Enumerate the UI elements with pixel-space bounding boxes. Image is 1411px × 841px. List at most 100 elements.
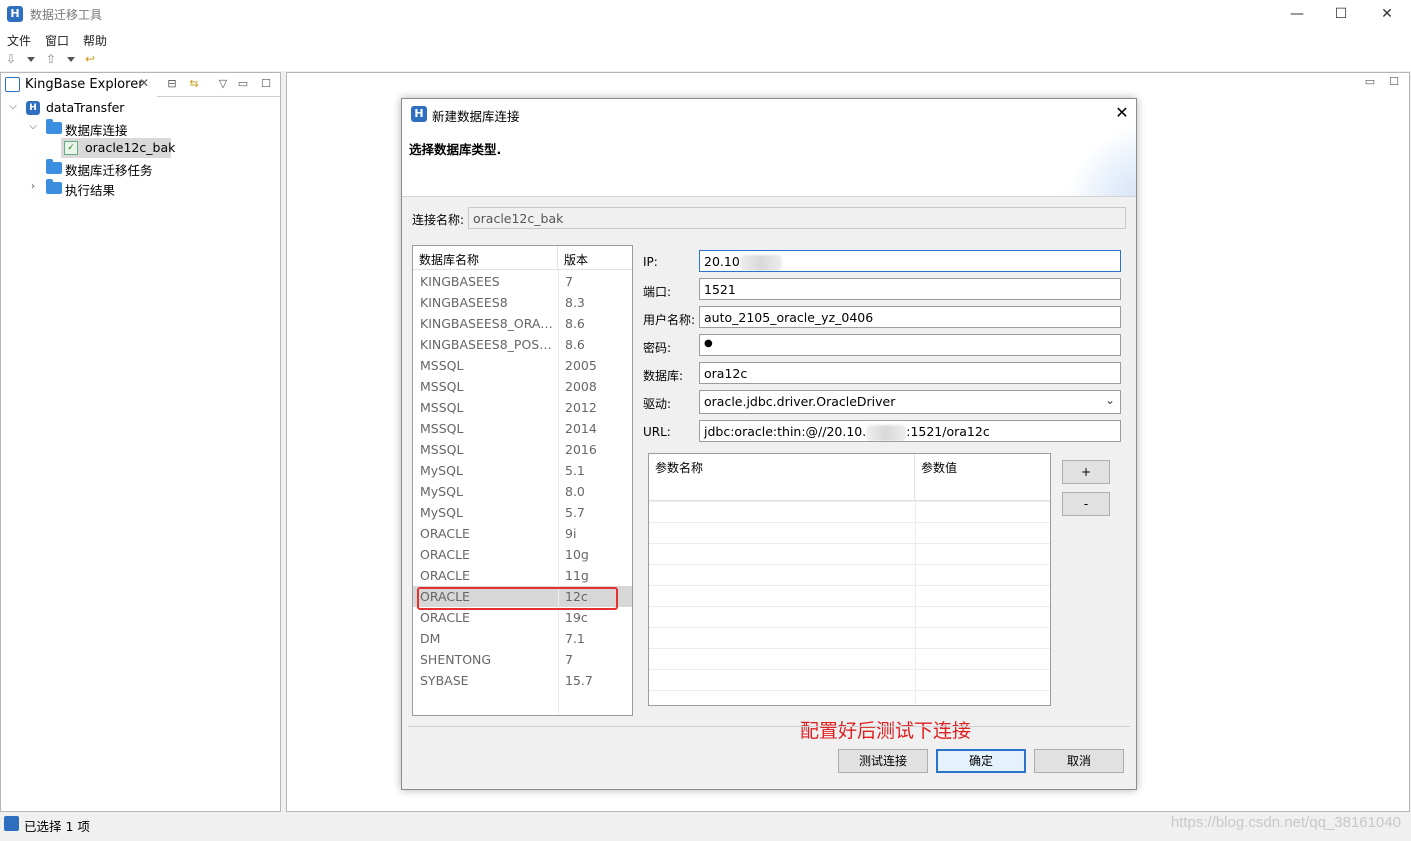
ip-field[interactable]: 20.10 [699,250,1121,272]
db-name-cell: MSSQL [420,421,464,436]
status-icon [4,816,19,831]
column-divider [915,691,916,705]
db-version-cell: 5.7 [565,505,585,520]
view-menu-icon[interactable]: ▽ [216,77,230,91]
conn-name-field[interactable]: oracle12c_bak [468,207,1126,229]
column-divider [915,649,916,670]
db-type-row[interactable]: KINGBASEES8 8.3 [413,292,632,313]
menu-window[interactable]: 窗口 [45,32,69,49]
remove-param-button[interactable]: - [1062,492,1110,516]
param-row[interactable] [649,648,1050,670]
watermark: https://blog.csdn.net/qq_38161040 [1170,814,1401,831]
annotation-text: 配置好后测试下连接 [800,720,972,742]
minimize-editor-icon[interactable]: ▭ [1363,75,1377,89]
maximize-view-icon[interactable]: ☐ [259,77,273,91]
export-icon[interactable]: ⇧ [44,52,58,66]
db-version-cell: 7 [565,652,573,667]
db-version-cell: 15.7 [565,673,593,688]
export-dropdown-icon[interactable] [67,57,75,62]
column-divider [915,544,916,565]
close-tab-icon[interactable]: ✕ [139,76,149,90]
menu-help[interactable]: 帮助 [83,32,107,49]
db-version-cell: 8.3 [565,295,585,310]
tree-node-db-connections[interactable]: ⌵ 数据库连接 [1,118,280,138]
db-version-header[interactable]: 版本 [558,246,632,270]
tree-label-connection: oracle12c_bak [85,140,176,155]
column-divider [915,628,916,649]
db-type-row[interactable]: MySQL 5.1 [413,460,632,481]
db-type-row[interactable]: ORACLE 9i [413,523,632,544]
driver-select[interactable]: oracle.jdbc.driver.OracleDriver ⌄ [699,390,1121,414]
param-row[interactable] [649,585,1050,607]
collapse-all-icon[interactable]: ⊟ [165,77,179,91]
maximize-editor-icon[interactable]: ☐ [1387,75,1401,89]
password-field[interactable]: ● [699,334,1121,356]
ok-button[interactable]: 确定 [936,749,1026,773]
db-type-row[interactable]: SYBASE 15.7 [413,670,632,691]
param-row[interactable] [649,564,1050,586]
db-type-row[interactable]: DM 7.1 [413,628,632,649]
dialog-subtitle: 选择数据库类型. [409,142,502,157]
explorer-tab[interactable]: KingBase Explorer ✕ [1,73,157,97]
db-type-row[interactable]: ORACLE 10g [413,544,632,565]
tree-node-migration-tasks[interactable]: 数据库迁移任务 [1,158,280,178]
param-row[interactable] [649,522,1050,544]
maximize-button[interactable]: ☐ [1331,4,1351,24]
menu-file[interactable]: 文件 [7,32,31,49]
minimize-view-icon[interactable]: ▭ [236,77,250,91]
db-name-cell: ORACLE [420,568,470,583]
expand-icon[interactable]: ⌵ [7,101,19,113]
close-button[interactable]: ✕ [1377,4,1397,24]
db-name-header[interactable]: 数据库名称 [413,246,558,270]
cancel-button[interactable]: 取消 [1034,749,1124,773]
url-field[interactable]: jdbc:oracle:thin:@//20.10.:1521/ora12c [699,420,1121,442]
db-type-row[interactable]: KINGBASEES8_ORACLE 8.6 [413,313,632,334]
db-type-row[interactable]: MSSQL 2014 [413,418,632,439]
expand-icon[interactable]: ⌵ [27,121,39,133]
db-name-cell: MySQL [420,463,463,478]
db-version-cell: 5.1 [565,463,585,478]
url-suffix: :1521/ora12c [906,424,990,439]
tree-node-root[interactable]: ⌵ H dataTransfer [1,98,280,118]
link-editor-icon[interactable]: ⇆ [187,77,201,91]
import-icon[interactable]: ⇩ [4,52,18,66]
param-row[interactable] [649,543,1050,565]
param-row[interactable] [649,627,1050,649]
db-name-cell: MSSQL [420,400,464,415]
add-param-button[interactable]: + [1062,460,1110,484]
db-type-row[interactable]: MySQL 5.7 [413,502,632,523]
status-text: 已选择 1 项 [24,819,90,834]
db-type-row[interactable]: KINGBASEES8_POSTGRES 8.6 [413,334,632,355]
param-row[interactable] [649,501,1050,523]
param-value-header[interactable]: 参数值 [915,454,1050,501]
tree-node-exec-results[interactable]: › 执行结果 [1,178,280,198]
param-row[interactable] [649,669,1050,691]
user-field[interactable]: auto_2105_oracle_yz_0406 [699,306,1121,328]
database-field[interactable]: ora12c [699,362,1121,384]
db-type-row[interactable]: MSSQL 2012 [413,397,632,418]
explorer-tabbar: KingBase Explorer ✕ ⊟ ⇆ ▽ ▭ ☐ [1,73,280,97]
param-name-header[interactable]: 参数名称 [649,454,915,501]
db-type-row[interactable]: ORACLE 11g [413,565,632,586]
db-type-row[interactable]: MySQL 8.0 [413,481,632,502]
minimize-button[interactable]: — [1287,4,1307,24]
db-type-row[interactable]: KINGBASEES 7 [413,271,632,292]
db-name-cell: MSSQL [420,442,464,457]
param-row[interactable] [649,690,1050,705]
db-type-row[interactable]: SHENTONG 7 [413,649,632,670]
param-row[interactable] [649,606,1050,628]
folder-icon [46,179,62,194]
db-type-row[interactable]: MSSQL 2016 [413,439,632,460]
import-dropdown-icon[interactable] [27,57,35,62]
db-type-row[interactable]: MSSQL 2005 [413,355,632,376]
back-icon[interactable]: ↩ [83,52,97,66]
db-type-row[interactable]: MSSQL 2008 [413,376,632,397]
chevron-down-icon[interactable]: ⌄ [1105,393,1115,407]
port-field[interactable]: 1521 [699,278,1121,300]
collapse-icon[interactable]: › [27,181,39,193]
tree-node-connection[interactable]: ✓ oracle12c_bak [1,138,280,158]
test-connection-button[interactable]: 测试连接 [838,749,928,773]
window-title: 数据迁移工具 [30,8,103,22]
dialog-close-icon[interactable]: ✕ [1112,103,1132,123]
db-type-row[interactable]: ORACLE 19c [413,607,632,628]
